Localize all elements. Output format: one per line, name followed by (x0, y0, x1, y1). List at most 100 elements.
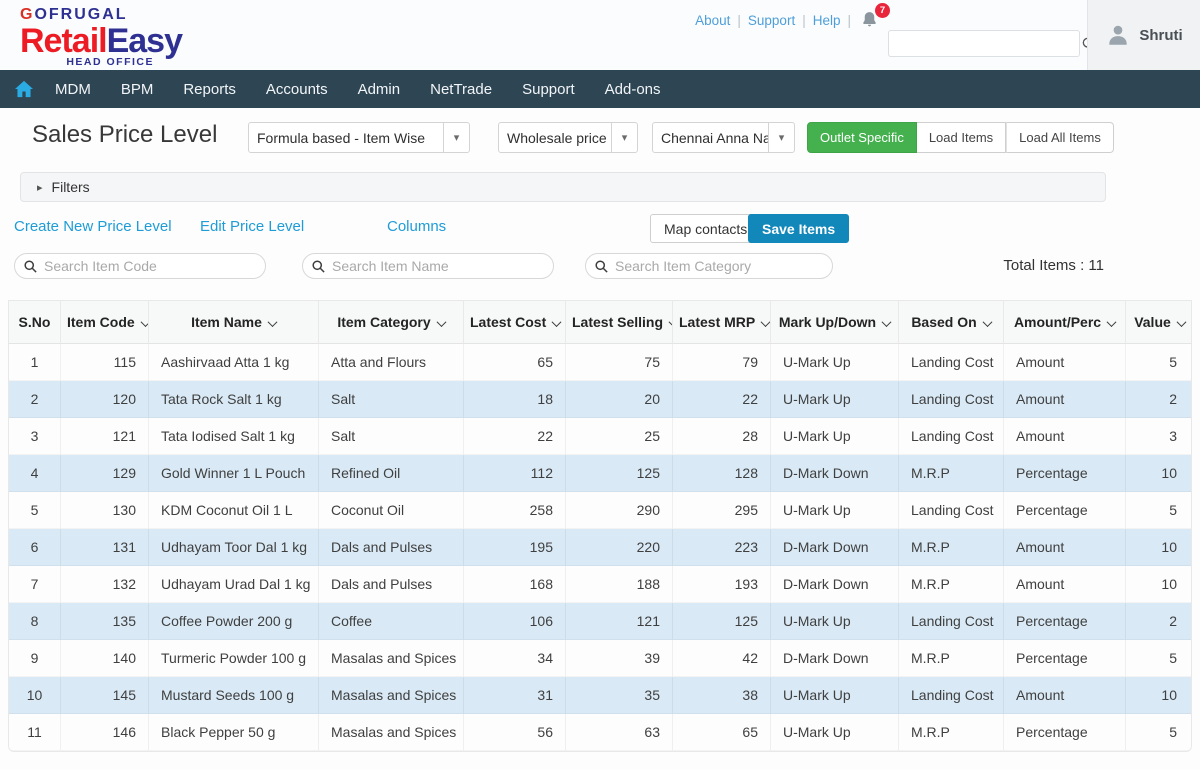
nav-item-support[interactable]: Support (522, 81, 575, 98)
sort-chevron-down-icon (1176, 317, 1186, 327)
item-name-search-input[interactable] (326, 254, 553, 278)
chevron-down-icon: ▾ (611, 123, 637, 152)
cell-latest-mrp: 79 (673, 344, 771, 381)
separator: | (802, 13, 806, 28)
cell-item-code: 132 (61, 566, 149, 603)
user-menu[interactable]: Shruti (1087, 0, 1200, 70)
support-link[interactable]: Support (748, 13, 795, 28)
nav-item-admin[interactable]: Admin (358, 81, 401, 98)
column-header-amount-perc[interactable]: Amount/Perc (1004, 301, 1126, 344)
cell-amount-perc: Amount (1004, 418, 1126, 455)
load-all-items-button[interactable]: Load All Items (1006, 122, 1114, 153)
cell-value: 10 (1126, 455, 1192, 492)
cell-latest-cost: 195 (464, 529, 566, 566)
cell-latest-cost: 56 (464, 714, 566, 751)
table-row[interactable]: 3121Tata Iodised Salt 1 kgSalt222528U-Ma… (9, 418, 1192, 455)
nav-item-nettrade[interactable]: NetTrade (430, 81, 492, 98)
cell-value: 3 (1126, 418, 1192, 455)
item-category-search-input[interactable] (609, 254, 832, 278)
table-row[interactable]: 9140Turmeric Powder 100 gMasalas and Spi… (9, 640, 1192, 677)
outlet-dropdown[interactable]: Chennai Anna Nag ▾ (652, 122, 795, 153)
cell-item-category: Dals and Pulses (319, 566, 464, 603)
table-row[interactable]: 8135Coffee Powder 200 gCoffee106121125U-… (9, 603, 1192, 640)
cell-amount-perc: Percentage (1004, 714, 1126, 751)
map-contacts-button[interactable]: Map contacts (650, 214, 761, 243)
main-nav: MDM BPM Reports Accounts Admin NetTrade … (0, 70, 1200, 108)
cell-mark-up-down: U-Mark Up (771, 418, 899, 455)
cell-latest-cost: 258 (464, 492, 566, 529)
filters-accordion[interactable]: ▸ Filters (20, 172, 1106, 202)
cell-based-on: Landing Cost (899, 418, 1004, 455)
save-items-button[interactable]: Save Items (748, 214, 849, 243)
items-table: S.NoItem CodeItem NameItem CategoryLates… (9, 301, 1192, 751)
cell-item-category: Salt (319, 418, 464, 455)
table-search-row: Total Items : 11 (0, 253, 1200, 280)
caret-right-icon: ▸ (37, 181, 43, 194)
load-items-button[interactable]: Load Items (917, 122, 1006, 153)
cell-item-category: Masalas and Spices (319, 714, 464, 751)
cell-item-code: 145 (61, 677, 149, 714)
cell-latest-selling: 125 (566, 455, 673, 492)
table-row[interactable]: 7132Udhayam Urad Dal 1 kgDals and Pulses… (9, 566, 1192, 603)
cell-value: 5 (1126, 640, 1192, 677)
cell-latest-mrp: 38 (673, 677, 771, 714)
search-icon (23, 259, 38, 274)
column-header-item-name[interactable]: Item Name (149, 301, 319, 344)
column-header-latest-selling[interactable]: Latest Selling (566, 301, 673, 344)
about-link[interactable]: About (695, 13, 730, 28)
notification-bell[interactable]: 7 (860, 10, 882, 30)
cell-latest-cost: 18 (464, 381, 566, 418)
cell-s-no: 5 (9, 492, 61, 529)
cell-amount-perc: Amount (1004, 529, 1126, 566)
column-header-item-code[interactable]: Item Code (61, 301, 149, 344)
column-header-value[interactable]: Value (1126, 301, 1192, 344)
filters-label: Filters (52, 179, 90, 195)
cell-latest-cost: 112 (464, 455, 566, 492)
cell-mark-up-down: U-Mark Up (771, 381, 899, 418)
edit-price-level-link[interactable]: Edit Price Level (200, 218, 304, 235)
table-row[interactable]: 6131Udhayam Toor Dal 1 kgDals and Pulses… (9, 529, 1192, 566)
table-row[interactable]: 4129Gold Winner 1 L PouchRefined Oil1121… (9, 455, 1192, 492)
item-code-search-input[interactable] (38, 254, 265, 278)
table-row[interactable]: 11146Black Pepper 50 gMasalas and Spices… (9, 714, 1192, 751)
nav-item-accounts[interactable]: Accounts (266, 81, 328, 98)
create-new-price-level-link[interactable]: Create New Price Level (14, 218, 172, 235)
cell-mark-up-down: U-Mark Up (771, 714, 899, 751)
column-header-mark-up-down[interactable]: Mark Up/Down (771, 301, 899, 344)
brand-logo: GOFRUGAL RetailEasy HEAD OFFICE (20, 6, 182, 68)
cell-value: 10 (1126, 529, 1192, 566)
username: Shruti (1139, 27, 1182, 44)
help-link[interactable]: Help (813, 13, 841, 28)
global-search-input[interactable] (889, 31, 1081, 56)
column-header-item-category[interactable]: Item Category (319, 301, 464, 344)
nav-item-reports[interactable]: Reports (183, 81, 236, 98)
table-row[interactable]: 5130KDM Coconut Oil 1 LCoconut Oil258290… (9, 492, 1192, 529)
search-icon (594, 259, 609, 274)
column-header-latest-cost[interactable]: Latest Cost (464, 301, 566, 344)
cell-based-on: M.R.P (899, 714, 1004, 751)
cell-mark-up-down: D-Mark Down (771, 640, 899, 677)
price-type-dropdown[interactable]: Formula based - Item Wise ▾ (248, 122, 470, 153)
cell-amount-perc: Amount (1004, 677, 1126, 714)
sort-chevron-down-icon (267, 317, 277, 327)
nav-item-mdm[interactable]: MDM (55, 81, 91, 98)
table-row[interactable]: 1115Aashirvaad Atta 1 kgAtta and Flours6… (9, 344, 1192, 381)
cell-item-name: KDM Coconut Oil 1 L (149, 492, 319, 529)
nav-item-addons[interactable]: Add-ons (605, 81, 661, 98)
home-nav-item[interactable] (14, 80, 34, 98)
cell-item-name: Udhayam Urad Dal 1 kg (149, 566, 319, 603)
cell-latest-selling: 290 (566, 492, 673, 529)
column-header-latest-mrp[interactable]: Latest MRP (673, 301, 771, 344)
table-row[interactable]: 2120Tata Rock Salt 1 kgSalt182022U-Mark … (9, 381, 1192, 418)
item-name-search (302, 253, 554, 279)
cell-latest-selling: 63 (566, 714, 673, 751)
nav-item-bpm[interactable]: BPM (121, 81, 154, 98)
outlet-specific-button[interactable]: Outlet Specific (807, 122, 917, 153)
cell-item-code: 130 (61, 492, 149, 529)
cell-item-name: Aashirvaad Atta 1 kg (149, 344, 319, 381)
column-header-based-on[interactable]: Based On (899, 301, 1004, 344)
columns-link[interactable]: Columns (387, 218, 446, 235)
cell-value: 10 (1126, 677, 1192, 714)
table-row[interactable]: 10145Mustard Seeds 100 gMasalas and Spic… (9, 677, 1192, 714)
price-level-dropdown[interactable]: Wholesale price new ▾ (498, 122, 638, 153)
